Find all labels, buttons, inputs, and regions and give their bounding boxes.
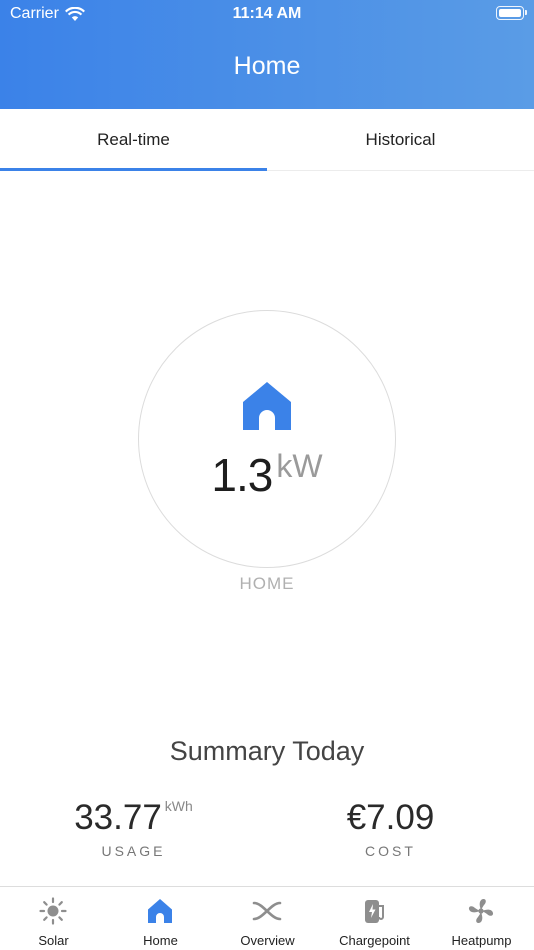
power-gauge-circle [138,310,396,568]
usage-value: 33.77 [74,798,162,837]
page-title: Home [233,52,301,80]
cost-stat: €7.09 COST [257,798,524,859]
usage-unit: kWh [164,798,193,814]
battery-icon [496,6,527,20]
shuffle-icon [252,901,282,921]
power-unit: kW [276,448,323,484]
tab-real-time[interactable]: Real-time [0,109,267,171]
fan-icon [468,898,494,924]
power-readout: 1.3 kW [0,448,534,502]
tabbar-item-home[interactable]: Home [107,887,214,950]
tabbar-item-overview[interactable]: Overview [214,887,321,950]
tabbar-item-chargepoint[interactable]: Chargepoint [321,887,428,950]
tabbar-label-overview: Overview [240,933,295,948]
tabbar-label-chargepoint: Chargepoint [339,933,410,948]
tab-historical[interactable]: Historical [267,109,534,171]
tabbar-label-solar: Solar [38,933,69,948]
app-header: Carrier 11:14 AM Home [0,0,534,109]
house-icon [148,899,172,923]
tabbar-item-solar[interactable]: Solar [0,887,107,950]
charger-icon [365,900,384,923]
usage-stat: 33.77 kWh USAGE [0,798,267,859]
house-icon [243,382,291,430]
summary-title: Summary Today [169,736,365,766]
status-time: 11:14 AM [232,5,302,22]
usage-label: USAGE [101,843,166,859]
tabbar-item-heatpump[interactable]: Heatpump [428,887,534,950]
cost-label: COST [365,843,416,859]
bottom-tab-bar: Solar Home Overview Chargepoint Heatpump [0,886,534,950]
sun-icon [39,897,67,925]
tab-selected-indicator [0,168,267,171]
cost-value: €7.09 [346,798,435,837]
tabbar-label-heatpump: Heatpump [451,933,512,948]
gauge-label: HOME [239,574,295,593]
tabbar-label-home: Home [143,933,178,948]
power-value: 1.3 [211,449,273,501]
status-bar: Carrier 11:14 AM [0,0,534,28]
segment-tabs: Real-time Historical [0,109,534,171]
